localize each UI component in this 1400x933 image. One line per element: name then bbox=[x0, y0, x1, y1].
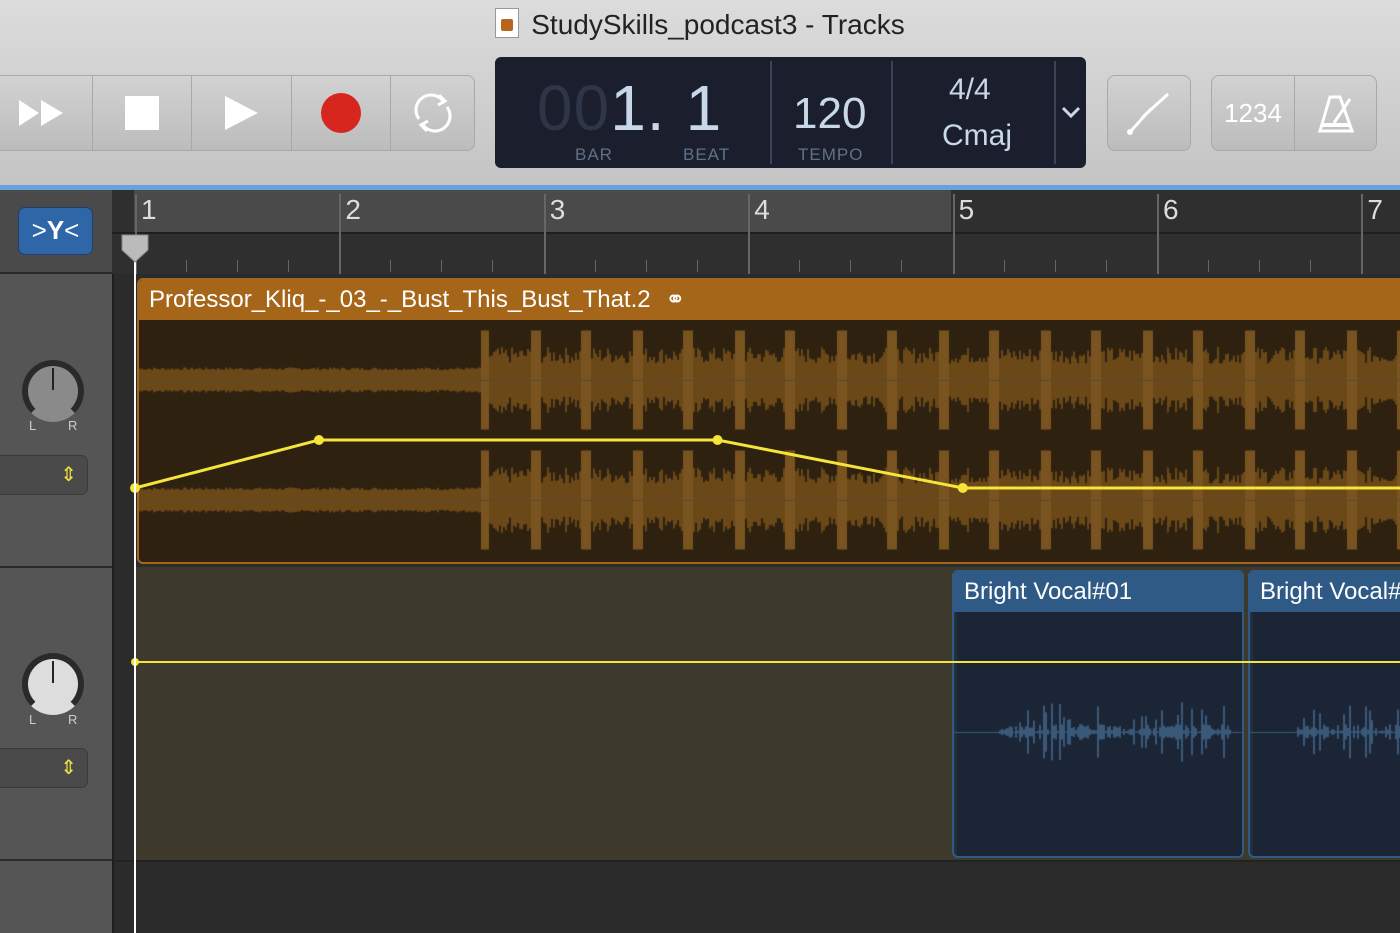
automation-overlay bbox=[121, 234, 1400, 933]
automation-point[interactable] bbox=[712, 435, 723, 445]
automation-point[interactable] bbox=[313, 435, 324, 445]
automation-point[interactable] bbox=[957, 483, 968, 493]
playhead-handle[interactable] bbox=[121, 234, 149, 263]
volume-automation-line[interactable] bbox=[134, 438, 1400, 490]
